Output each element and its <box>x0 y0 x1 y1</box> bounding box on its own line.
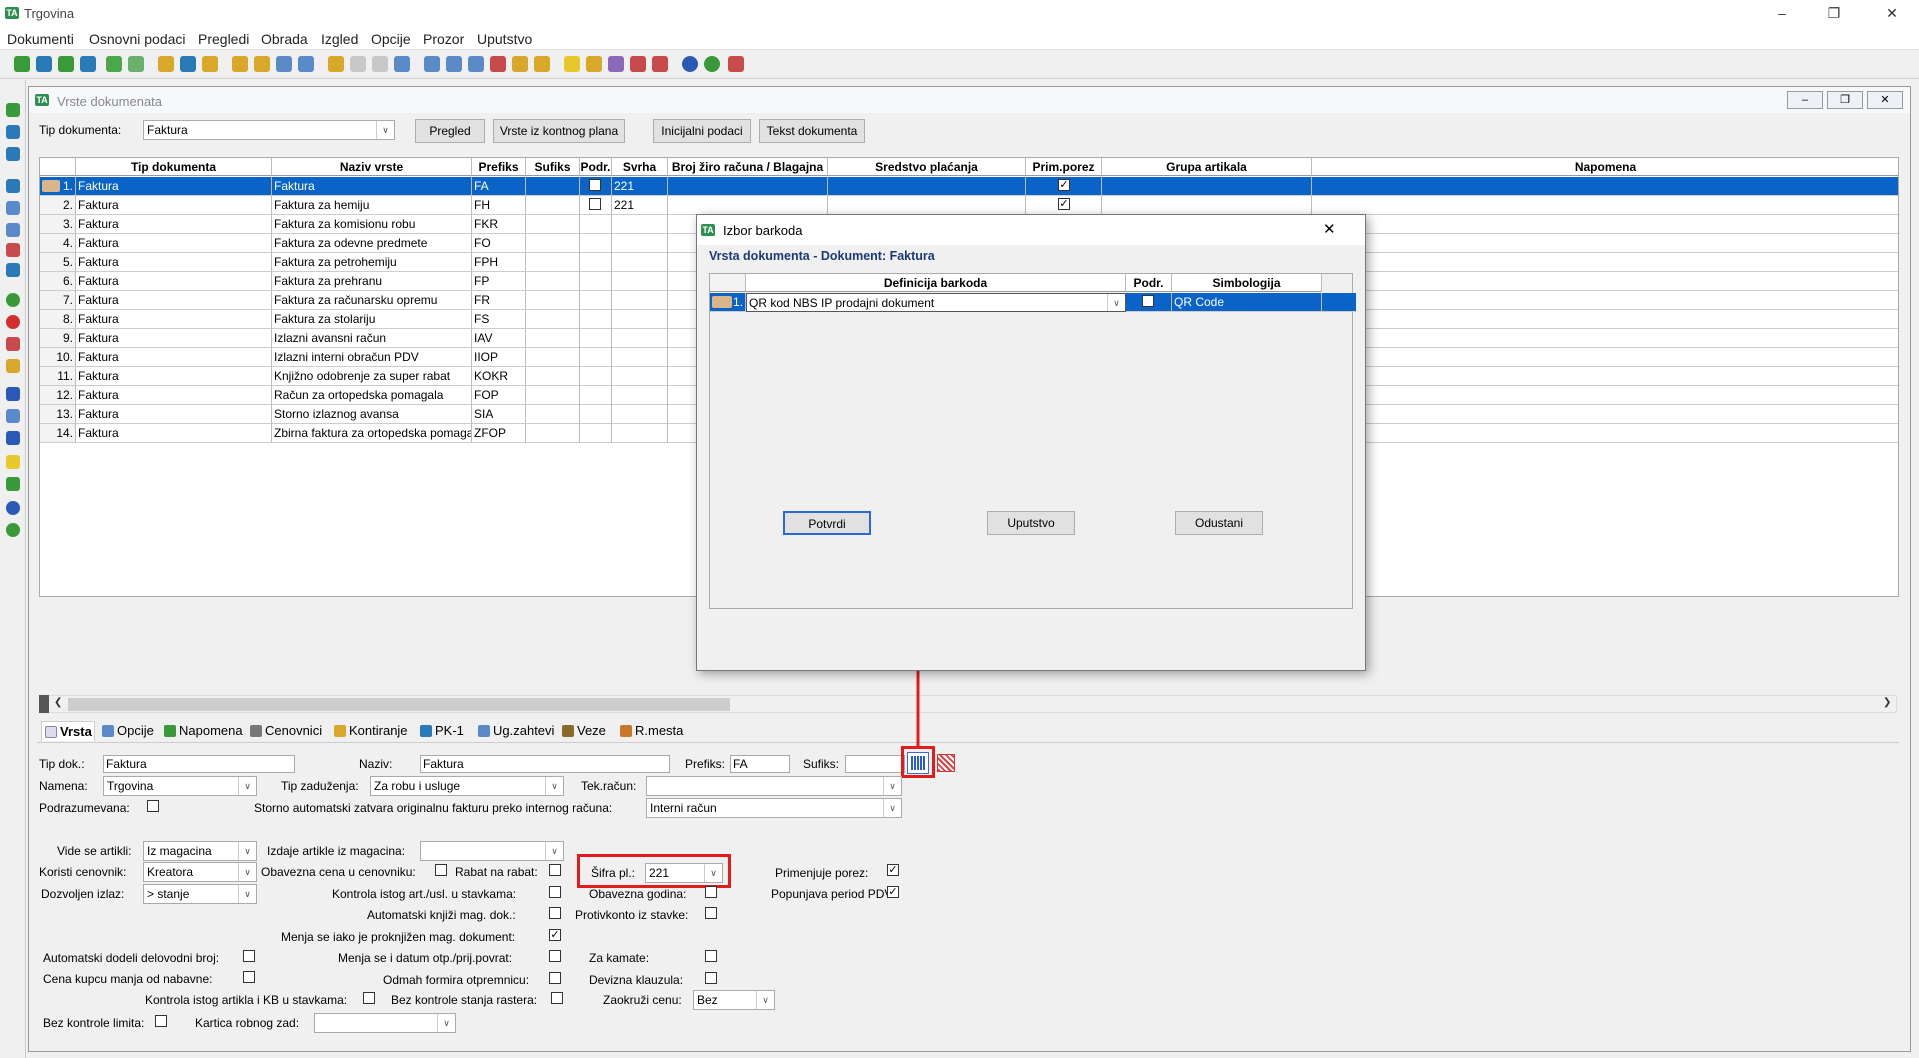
odustani-button[interactable]: Odustani <box>1175 511 1263 535</box>
uputstvo-button[interactable]: Uputstvo <box>987 511 1075 535</box>
row-indicator: 1. <box>710 293 746 312</box>
definicija-value: QR kod NBS IP prodajni dokument <box>749 296 935 310</box>
simbologija-cell: QR Code <box>1172 293 1322 312</box>
trgovina-logo-icon: TA <box>701 224 715 236</box>
col-definicija-barkoda[interactable]: Definicija barkoda <box>746 274 1126 292</box>
dialog-close-icon[interactable]: ✕ <box>1323 220 1336 238</box>
barcode-row[interactable]: 1. QR kod NBS IP prodajni dokument ∨ QR … <box>710 293 1356 312</box>
row-number: 1. <box>732 295 743 309</box>
dialog-row-header-corner <box>710 274 746 292</box>
dialog-title: Izbor barkoda <box>723 223 803 238</box>
podr-cell[interactable] <box>1126 293 1172 312</box>
col-simbologija[interactable]: Simbologija <box>1172 274 1322 292</box>
potvrdi-button[interactable]: Potvrdi <box>783 511 871 535</box>
definicija-barkoda-cell[interactable]: QR kod NBS IP prodajni dokument ∨ <box>746 293 1126 312</box>
dialog-subtitle: Vrsta dokumenta - Dokument: Faktura <box>709 249 935 263</box>
row-filler <box>1322 293 1356 312</box>
pointer-hand-icon <box>712 296 732 308</box>
col-podr[interactable]: Podr. <box>1126 274 1172 292</box>
izbor-barkoda-dialog: TA Izbor barkoda ✕ Vrsta dokumenta - Dok… <box>696 214 1366 671</box>
dialog-titlebar: TA Izbor barkoda ✕ <box>697 215 1365 245</box>
chevron-down-icon[interactable]: ∨ <box>1107 294 1125 311</box>
podr-checkbox[interactable] <box>1142 295 1154 307</box>
barcode-grid[interactable]: Definicija barkoda Podr. Simbologija 1. … <box>709 273 1356 609</box>
